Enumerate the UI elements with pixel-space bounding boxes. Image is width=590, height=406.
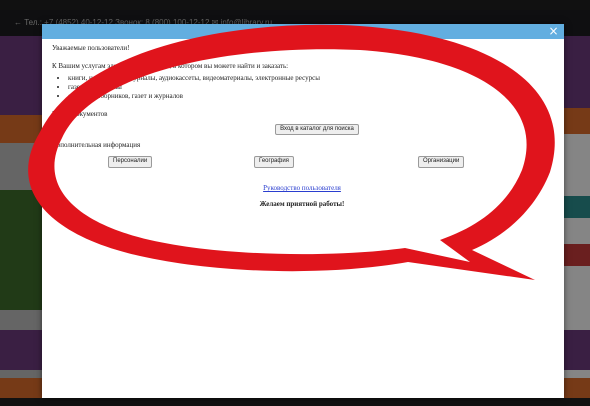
catalog-button-row: Вход в каталог для поиска xyxy=(52,123,552,136)
extra-info-title: Дополнительная информация xyxy=(52,141,141,150)
welcome-dialog: × Уважаемые пользователи! К Вашим услуга… xyxy=(42,24,564,398)
geography-button[interactable]: География xyxy=(254,156,294,169)
list-item: статьи из сборников, газет и журналов xyxy=(68,92,552,101)
persons-button[interactable]: Персоналии xyxy=(108,156,153,169)
screen-edge-top xyxy=(0,0,590,10)
greeting-text: Уважаемые пользователи! xyxy=(52,44,130,52)
catalog-search-button[interactable]: Вход в каталог для поиска xyxy=(275,123,359,136)
user-guide-link[interactable]: Руководство пользователя xyxy=(52,184,552,193)
list-item: книги, ноты, карты, журналы, аудиокассет… xyxy=(68,74,552,83)
dialog-body: Уважаемые пользователи! К Вашим услугам … xyxy=(52,44,552,209)
close-icon[interactable]: × xyxy=(547,25,560,38)
resource-list: книги, ноты, карты, журналы, аудиокассет… xyxy=(52,74,552,101)
search-section-label: Поиск документов xyxy=(52,110,108,119)
dialog-title-bar: × xyxy=(42,24,564,39)
list-item: газеты и журналы xyxy=(68,83,552,92)
screen-edge-bottom xyxy=(0,398,590,406)
organizations-button[interactable]: Организации xyxy=(418,156,465,169)
extra-info-buttons: Персоналии География Организации xyxy=(52,156,552,169)
intro-text: К Вашим услугам электронный каталог, в к… xyxy=(52,62,289,71)
closing-wish-text: Желаем приятной работы! xyxy=(259,199,345,208)
